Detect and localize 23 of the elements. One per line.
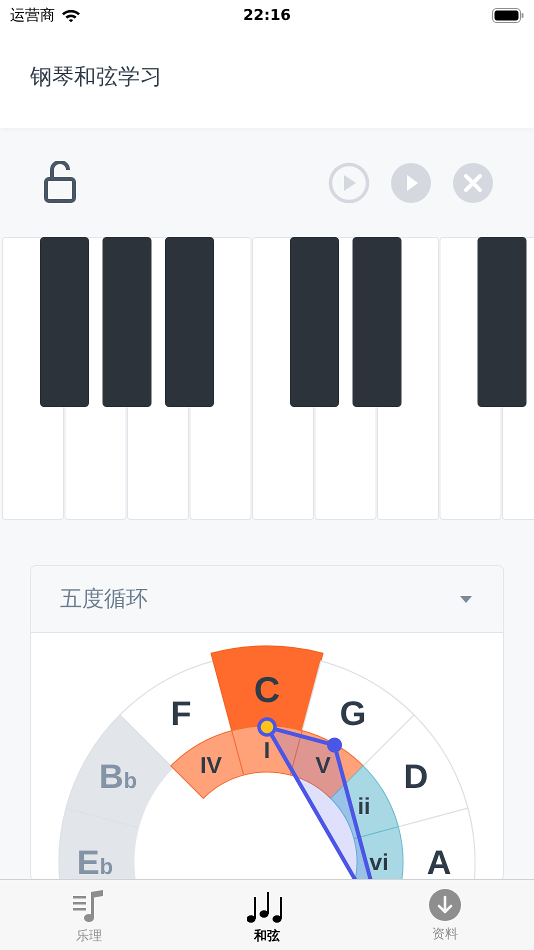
key-label[interactable]: F: [170, 695, 192, 734]
page-title: 钢琴和弦学习: [30, 64, 162, 92]
degree-label[interactable]: ii: [358, 793, 370, 819]
tab[interactable]: 乐理: [0, 880, 178, 950]
key-label[interactable]: D: [404, 758, 428, 796]
degree-label[interactable]: IV: [200, 752, 222, 778]
battery-icon: [492, 8, 524, 22]
piano-keyboard-drawing[interactable]: [2, 237, 534, 521]
carrier-name: 运营商: [10, 6, 55, 24]
caret-icon[interactable]: [459, 594, 473, 604]
status-time: 22:16: [242, 6, 292, 24]
degree-label[interactable]: V: [315, 752, 331, 778]
key-label[interactable]: A: [426, 844, 452, 879]
tab[interactable]: 和弦: [178, 880, 356, 950]
key-label[interactable]: C: [254, 669, 280, 710]
panel-title: 五度循环: [60, 586, 148, 614]
download-icon: [428, 888, 462, 922]
degree-label[interactable]: I: [264, 737, 270, 763]
lock-icon[interactable]: [42, 162, 78, 204]
wifi-icon: [61, 8, 81, 22]
degree-label[interactable]: vi: [369, 849, 389, 875]
key-label[interactable]: G: [340, 695, 366, 734]
tab[interactable]: 资料: [356, 880, 534, 950]
